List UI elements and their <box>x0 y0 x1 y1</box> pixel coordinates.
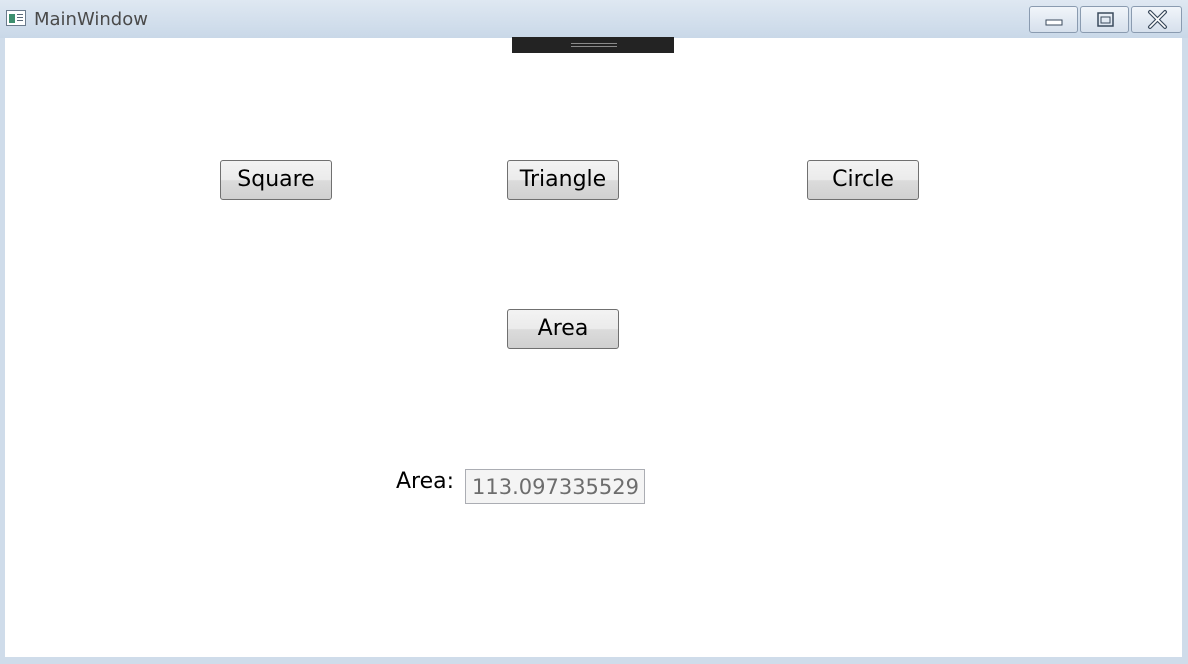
square-button[interactable]: Square <box>220 160 332 200</box>
triangle-button[interactable]: Triangle <box>507 160 619 200</box>
close-icon <box>1148 10 1167 29</box>
client-area: Square Triangle Circle Area Area: <box>5 37 1182 657</box>
minimize-icon <box>1045 19 1063 26</box>
area-button[interactable]: Area <box>507 309 619 349</box>
drag-handle[interactable] <box>512 37 674 53</box>
maximize-icon <box>1097 12 1114 27</box>
maximize-button[interactable] <box>1080 6 1129 33</box>
window-title: MainWindow <box>34 9 148 30</box>
application-window-icon <box>6 10 26 26</box>
title-bar[interactable]: MainWindow <box>0 0 1188 38</box>
area-result-label: Area: <box>396 469 455 494</box>
minimize-button[interactable] <box>1029 6 1078 33</box>
circle-button[interactable]: Circle <box>807 160 919 200</box>
area-result-field[interactable] <box>465 469 645 504</box>
close-button[interactable] <box>1131 6 1182 33</box>
main-window: MainWindow Square Triangle Circle Area A… <box>0 0 1188 664</box>
